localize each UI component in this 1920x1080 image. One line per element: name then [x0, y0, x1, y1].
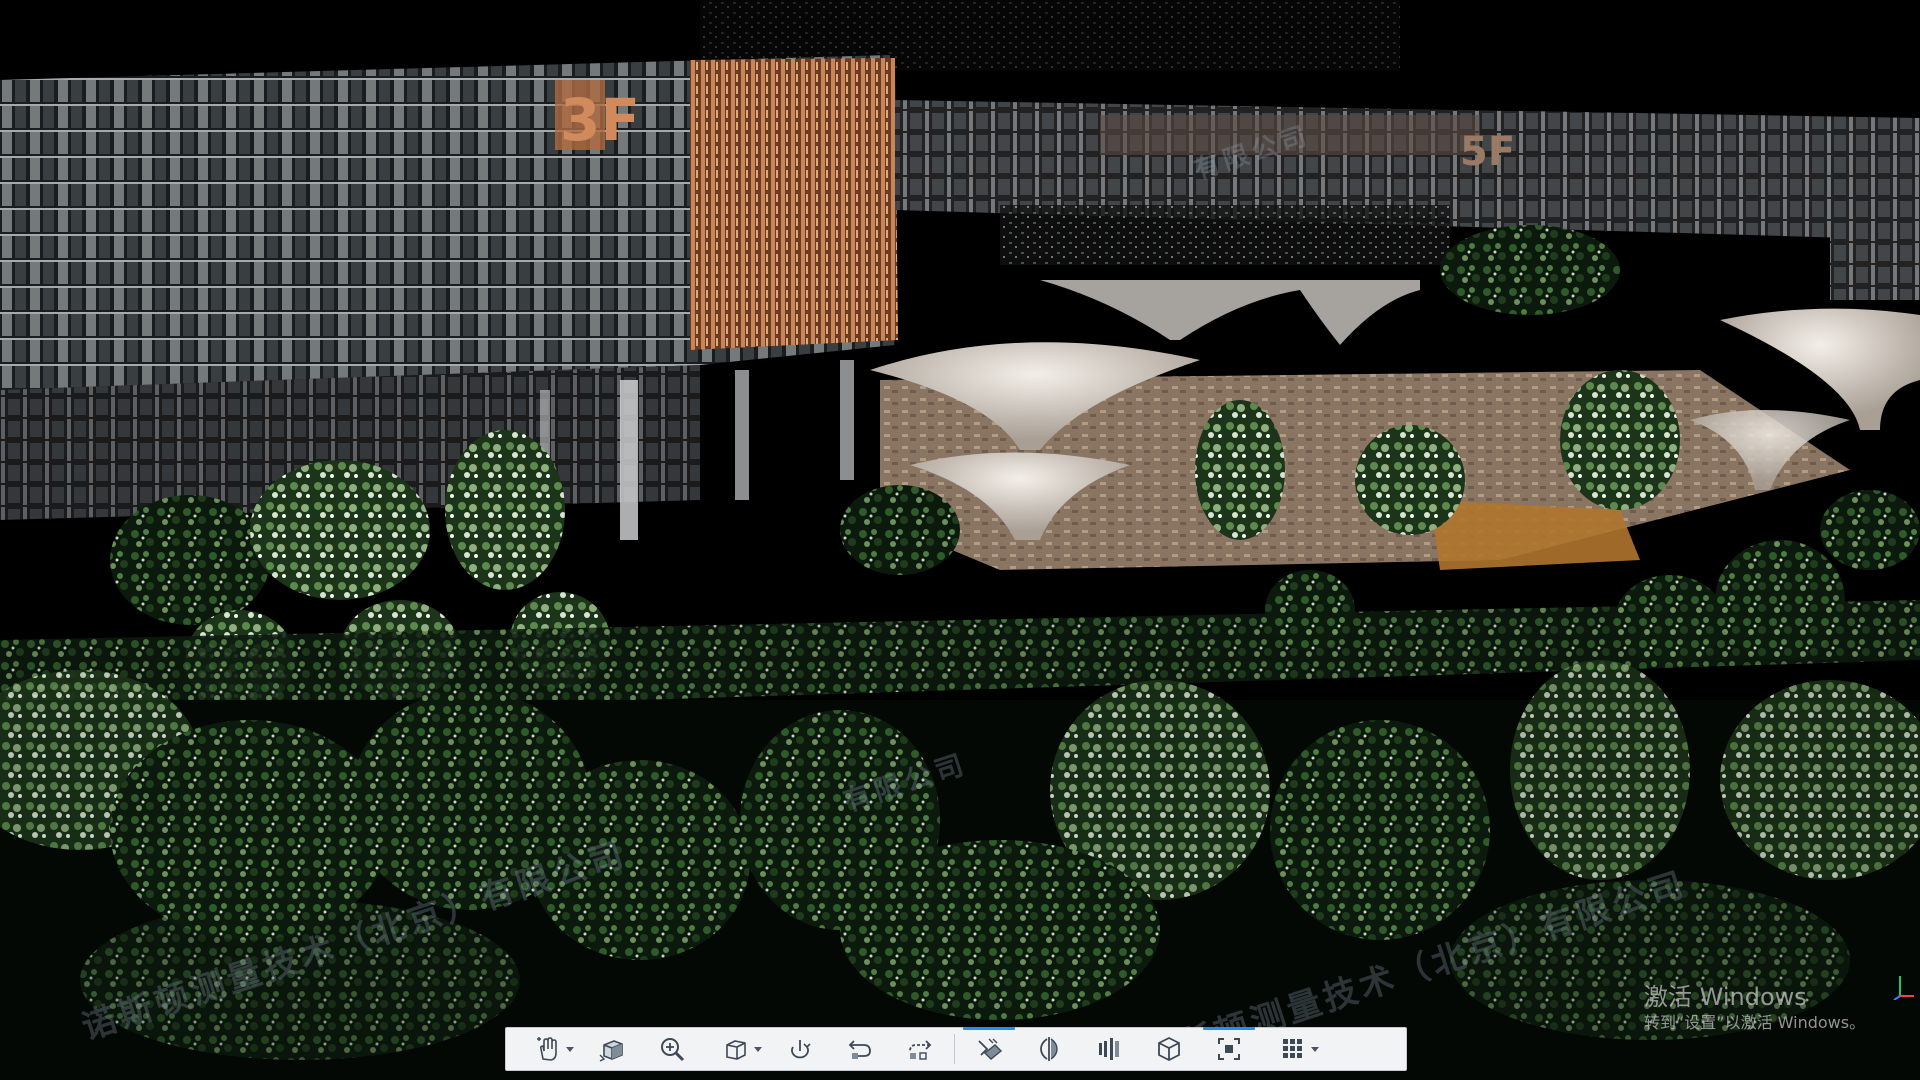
toolbar-separator: [954, 1034, 955, 1064]
rotate-icon: [791, 1040, 811, 1059]
box-view-icon: [726, 1040, 746, 1060]
section-slice-button[interactable]: [1079, 1028, 1139, 1070]
grid-menu-icon: [1283, 1039, 1302, 1058]
undo-view-button[interactable]: [830, 1028, 890, 1070]
point-cloud-viewport[interactable]: 3F 5F 诺斯顿测量技术（北京）有限公司 诺斯顿测量技术（北京）有限公司 有限…: [0, 0, 1920, 1080]
view-toolbar: [505, 1027, 1407, 1071]
pan-tool-button[interactable]: [514, 1028, 582, 1070]
measure-tool-icon: [978, 1038, 1003, 1060]
rotate-button[interactable]: [770, 1028, 830, 1070]
chevron-down-icon: [754, 1047, 762, 1052]
zoom-icon: [661, 1038, 685, 1062]
axis-gizmo-icon: [1893, 976, 1914, 1000]
grid-menu-button[interactable]: [1259, 1028, 1327, 1070]
view-cube-button[interactable]: [582, 1028, 642, 1070]
clip-plane-icon: [1040, 1037, 1058, 1061]
svg-text:3F: 3F: [560, 86, 640, 154]
box-view-button[interactable]: [702, 1028, 770, 1070]
chevron-down-icon: [566, 1047, 574, 1052]
fit-extents-button[interactable]: [1199, 1027, 1259, 1070]
3d-box-button[interactable]: [1139, 1028, 1199, 1070]
point-cloud-scene: 3F 5F: [0, 0, 1920, 1080]
view-cube-icon: [599, 1040, 623, 1062]
section-slice-icon: [1099, 1038, 1119, 1060]
fit-extents-icon: [1218, 1038, 1240, 1060]
zoom-button[interactable]: [642, 1028, 702, 1070]
undo-view-icon: [848, 1040, 871, 1059]
chevron-down-icon: [1311, 1047, 1319, 1052]
pan-tool-icon: [537, 1037, 557, 1061]
3d-box-icon: [1158, 1036, 1180, 1062]
svg-text:5F: 5F: [1460, 129, 1515, 175]
redo-view-icon: [909, 1040, 932, 1060]
redo-view-button[interactable]: [890, 1028, 950, 1070]
foreground-trees: [0, 660, 1920, 1080]
measure-tool-button[interactable]: [959, 1027, 1019, 1070]
clip-plane-button[interactable]: [1019, 1028, 1079, 1070]
